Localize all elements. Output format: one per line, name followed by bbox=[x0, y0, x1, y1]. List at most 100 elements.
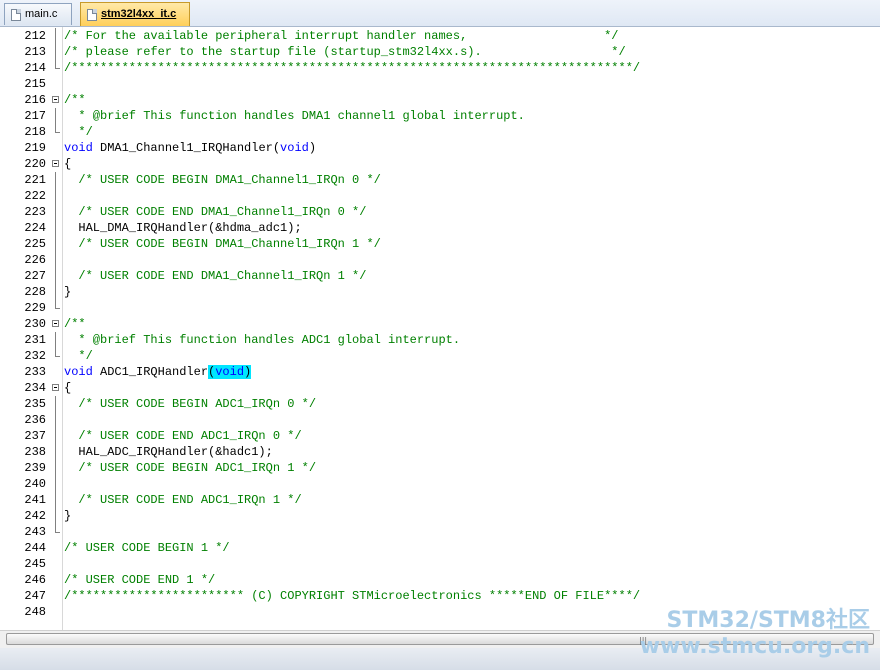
code-token: /* USER CODE BEGIN 1 */ bbox=[64, 541, 230, 555]
code-line[interactable]: 222 bbox=[0, 188, 880, 204]
line-number: 236 bbox=[24, 413, 46, 427]
code-line[interactable]: 224 HAL_DMA_IRQHandler(&hdma_adc1); bbox=[0, 220, 880, 236]
line-number: 245 bbox=[24, 557, 46, 571]
line-number: 243 bbox=[24, 525, 46, 539]
code-token: /* For the available peripheral interrup… bbox=[64, 29, 619, 43]
code-line[interactable]: 221 /* USER CODE BEGIN DMA1_Channel1_IRQ… bbox=[0, 172, 880, 188]
line-number: 221 bbox=[24, 173, 46, 187]
code-text: /* USER CODE END ADC1_IRQn 0 */ bbox=[64, 428, 301, 444]
tab-label: main.c bbox=[25, 8, 58, 20]
code-line[interactable]: 226 bbox=[0, 252, 880, 268]
code-line[interactable]: 219 void DMA1_Channel1_IRQHandler(void) bbox=[0, 140, 880, 156]
code-line[interactable]: 232 */ bbox=[0, 348, 880, 364]
code-line[interactable]: 238 HAL_ADC_IRQHandler(&hadc1); bbox=[0, 444, 880, 460]
code-text: { bbox=[64, 156, 71, 172]
fold-guide bbox=[52, 412, 60, 428]
code-line[interactable]: 213 /* please refer to the startup file (… bbox=[0, 44, 880, 60]
code-line[interactable]: 229 bbox=[0, 300, 880, 316]
line-number: 237 bbox=[24, 429, 46, 443]
code-text: */ bbox=[64, 348, 93, 364]
code-line[interactable]: 234 { bbox=[0, 380, 880, 396]
code-line[interactable]: 220 { bbox=[0, 156, 880, 172]
line-number: 230 bbox=[24, 317, 46, 331]
code-token: * @brief This function handles DMA1 chan… bbox=[64, 109, 525, 123]
code-line[interactable]: 237 /* USER CODE END ADC1_IRQn 0 */ bbox=[0, 428, 880, 444]
code-token: /** bbox=[64, 93, 86, 107]
code-token: */ bbox=[64, 349, 93, 363]
tab-label: stm32l4xx_it.c bbox=[101, 8, 177, 20]
code-text: /* For the available peripheral interrup… bbox=[64, 28, 619, 44]
code-line[interactable]: 212 /* For the available peripheral inter… bbox=[0, 28, 880, 44]
code-text: /* USER CODE END DMA1_Channel1_IRQn 1 */ bbox=[64, 268, 366, 284]
fold-guide bbox=[52, 172, 60, 188]
code-line[interactable]: 218 */ bbox=[0, 124, 880, 140]
watermark-title: STM32/STM8社区 bbox=[666, 608, 870, 633]
code-token: */ bbox=[64, 125, 93, 139]
fold-end-guide bbox=[52, 524, 60, 540]
code-text: /* USER CODE END DMA1_Channel1_IRQn 0 */ bbox=[64, 204, 366, 220]
code-line[interactable]: 241 /* USER CODE END ADC1_IRQn 1 */ bbox=[0, 492, 880, 508]
code-text: HAL_ADC_IRQHandler(&hadc1); bbox=[64, 444, 272, 460]
line-number: 248 bbox=[24, 605, 46, 619]
watermark: STM32/STM8社区 www.stmcu.org.cn bbox=[640, 608, 870, 660]
code-line[interactable]: 240 bbox=[0, 476, 880, 492]
code-line[interactable]: 233 void ADC1_IRQHandler(void) bbox=[0, 364, 880, 380]
code-line[interactable]: 228} bbox=[0, 284, 880, 300]
code-line[interactable]: 223 /* USER CODE END DMA1_Channel1_IRQn … bbox=[0, 204, 880, 220]
fold-collapse-icon[interactable] bbox=[52, 92, 60, 108]
code-token: /* USER CODE BEGIN DMA1_Channel1_IRQn 1 … bbox=[64, 237, 381, 251]
code-line[interactable]: 239 /* USER CODE BEGIN ADC1_IRQn 1 */ bbox=[0, 460, 880, 476]
code-token: HAL_DMA_IRQHandler(&hdma_adc1); bbox=[64, 221, 302, 235]
code-line[interactable]: 244 /* USER CODE BEGIN 1 */ bbox=[0, 540, 880, 556]
code-token: /* USER CODE END ADC1_IRQn 1 */ bbox=[64, 493, 302, 507]
fold-guide bbox=[52, 460, 60, 476]
code-line[interactable]: 216 /** bbox=[0, 92, 880, 108]
tab-bar: main.c stm32l4xx_it.c bbox=[0, 0, 880, 27]
tab-main-c[interactable]: main.c bbox=[4, 3, 72, 25]
tab-stm32l4xx-it-c[interactable]: stm32l4xx_it.c bbox=[80, 2, 190, 26]
fold-collapse-icon[interactable] bbox=[52, 316, 60, 332]
code-line[interactable]: 227 /* USER CODE END DMA1_Channel1_IRQn … bbox=[0, 268, 880, 284]
fold-end-guide bbox=[52, 348, 60, 364]
fold-guide bbox=[52, 252, 60, 268]
code-line[interactable]: 236 bbox=[0, 412, 880, 428]
code-text: /* USER CODE BEGIN DMA1_Channel1_IRQn 1 … bbox=[64, 236, 381, 252]
code-line[interactable]: 225 /* USER CODE BEGIN DMA1_Channel1_IRQ… bbox=[0, 236, 880, 252]
fold-guide bbox=[52, 428, 60, 444]
fold-collapse-icon[interactable] bbox=[52, 156, 60, 172]
code-line[interactable]: 242} bbox=[0, 508, 880, 524]
code-line[interactable]: 231 * @brief This function handles ADC1 … bbox=[0, 332, 880, 348]
line-number: 220 bbox=[24, 157, 46, 171]
code-token: /* USER CODE END 1 */ bbox=[64, 573, 216, 587]
fold-guide bbox=[52, 236, 60, 252]
code-token: DMA1_Channel1_IRQHandler( bbox=[92, 141, 281, 155]
line-number: 241 bbox=[24, 493, 46, 507]
code-line[interactable]: 245 bbox=[0, 556, 880, 572]
code-token: void bbox=[215, 365, 245, 379]
code-line[interactable]: 243 bbox=[0, 524, 880, 540]
code-line[interactable]: 230 /** bbox=[0, 316, 880, 332]
code-text: /* USER CODE BEGIN ADC1_IRQn 0 */ bbox=[64, 396, 316, 412]
code-line[interactable]: 215 bbox=[0, 76, 880, 92]
fold-collapse-icon[interactable] bbox=[52, 380, 60, 396]
code-line[interactable]: 214 /************************************… bbox=[0, 60, 880, 76]
code-line[interactable]: 246 /* USER CODE END 1 */ bbox=[0, 572, 880, 588]
code-text: */ bbox=[64, 124, 93, 140]
line-number: 218 bbox=[24, 125, 46, 139]
code-text: /***************************************… bbox=[64, 60, 640, 76]
code-line[interactable]: 235 /* USER CODE BEGIN ADC1_IRQn 0 */ bbox=[0, 396, 880, 412]
fold-guide bbox=[52, 28, 60, 44]
code-editor[interactable]: 212 /* For the available peripheral inter… bbox=[0, 27, 880, 630]
fold-end-guide bbox=[52, 124, 60, 140]
code-line[interactable]: 247 /************************ (C) COPYRIG… bbox=[0, 588, 880, 604]
code-text: void ADC1_IRQHandler(void) bbox=[64, 364, 252, 380]
code-token: /* please refer to the startup file (sta… bbox=[64, 45, 626, 59]
line-number: 225 bbox=[24, 237, 46, 251]
fold-guide bbox=[52, 284, 60, 300]
line-number: 214 bbox=[24, 61, 46, 75]
fold-guide bbox=[52, 492, 60, 508]
code-text: void DMA1_Channel1_IRQHandler(void) bbox=[64, 140, 316, 156]
line-number: 216 bbox=[24, 93, 46, 107]
code-line[interactable]: 217 * @brief This function handles DMA1 … bbox=[0, 108, 880, 124]
code-text: /* USER CODE BEGIN 1 */ bbox=[64, 540, 230, 556]
